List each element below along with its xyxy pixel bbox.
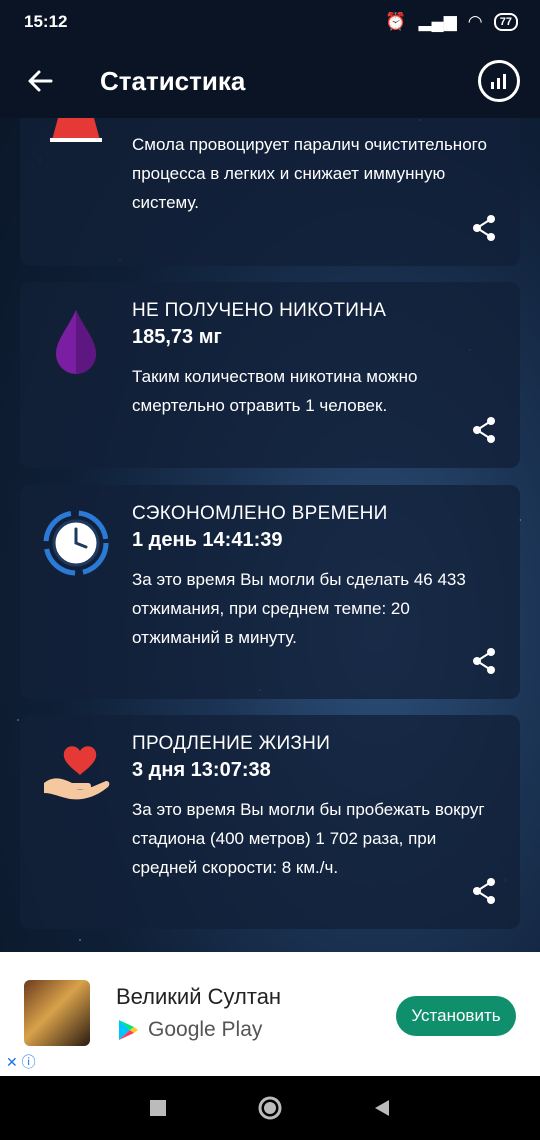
share-icon[interactable] (468, 212, 500, 244)
stat-card-nicotine: НЕ ПОЛУЧЕНО НИКОТИНА 185,73 мг Таким кол… (20, 282, 520, 468)
ad-store-label: Google Play (148, 1018, 263, 1041)
card-description: Смола провоцирует паралич очистительного… (132, 135, 487, 212)
ad-banner[interactable]: Великий Султан Google Play Установить ✕ … (0, 952, 540, 1076)
heart-hand-icon (44, 746, 110, 800)
bar-chart-icon (491, 74, 506, 89)
back-nav-icon[interactable] (373, 1098, 391, 1118)
install-button[interactable]: Установить (396, 996, 516, 1036)
stat-card-time-saved: СЭКОНОМЛЕНО ВРЕМЕНИ 1 день 14:41:39 За э… (20, 485, 520, 699)
card-label: ПРОДЛЕНИЕ ЖИЗНИ (132, 733, 331, 754)
share-icon[interactable] (468, 414, 500, 446)
stat-card-tar: Смола провоцирует паралич очистительного… (20, 118, 520, 266)
page-title: Статистика (100, 65, 246, 96)
ad-store: Google Play (116, 1018, 262, 1042)
ad-title: Великий Султан (116, 984, 282, 1009)
drop-icon (56, 310, 96, 374)
clock-icon (43, 510, 109, 576)
app-bar: Статистика (0, 44, 540, 118)
ad-game-image (24, 980, 90, 1046)
share-icon[interactable] (468, 645, 500, 677)
recents-icon[interactable] (149, 1099, 167, 1117)
card-description: За это время Вы могли бы сделать 46 433 … (132, 570, 466, 647)
signal-icon: ▂▄▆ (418, 12, 457, 31)
wifi-icon: ◠ (468, 12, 482, 31)
card-label: СЭКОНОМЛЕНО ВРЕМЕНИ (132, 503, 388, 524)
ad-close-icon[interactable]: ✕ ⓘ (6, 1052, 36, 1072)
arrow-left-icon (28, 70, 53, 92)
card-value: 3 дня 13:07:38 (132, 759, 271, 781)
battery-indicator: 77 (493, 13, 518, 31)
tar-icon (50, 118, 102, 142)
card-label: НЕ ПОЛУЧЕНО НИКОТИНА (132, 300, 387, 321)
share-icon[interactable] (468, 875, 500, 907)
google-play-icon (119, 1020, 138, 1040)
home-icon[interactable] (257, 1095, 283, 1121)
card-description: За это время Вы могли бы пробежать вокру… (132, 800, 485, 877)
status-time: 15:12 (24, 12, 68, 31)
system-nav-bar (0, 1076, 540, 1140)
back-button[interactable] (20, 61, 60, 101)
card-value: 185,73 мг (132, 326, 222, 348)
card-description: Таким количеством никотина можно смертел… (132, 367, 418, 415)
alarm-icon: ⏰ (385, 12, 407, 31)
card-value: 1 день 14:41:39 (132, 529, 283, 551)
status-bar: 15:12 ⏰ ▂▄▆ ◠ 77 (0, 0, 540, 44)
status-icons: ⏰ ▂▄▆ ◠ 77 (385, 12, 518, 32)
stat-card-life-extension: ПРОДЛЕНИЕ ЖИЗНИ 3 дня 13:07:38 За это вр… (20, 715, 520, 929)
stats-refresh-button[interactable] (478, 60, 520, 102)
